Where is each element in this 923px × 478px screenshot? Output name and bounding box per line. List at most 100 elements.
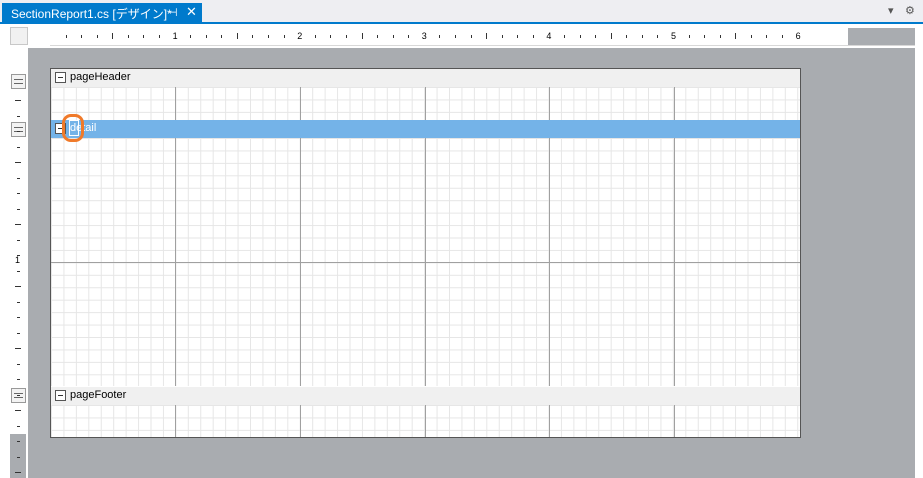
ruler-label: 1 — [172, 31, 178, 41]
section-resize-handle[interactable] — [11, 74, 26, 89]
section-header-pagefooter[interactable]: pageFooter — [51, 387, 800, 405]
ruler-tick — [314, 35, 316, 38]
ruler-tick — [610, 33, 612, 39]
ruler-tick — [782, 35, 784, 38]
ruler-tick — [501, 35, 503, 38]
ruler-corner — [10, 27, 28, 45]
ruler-tick — [750, 35, 752, 38]
collapse-icon[interactable] — [55, 72, 66, 83]
report-surface: pageHeader detail pageFooter — [50, 68, 801, 438]
ruler-tick — [16, 425, 20, 427]
ruler-tick — [15, 410, 21, 411]
grid-line — [674, 405, 675, 437]
grid-line — [300, 87, 301, 120]
ruler-tick — [688, 35, 690, 38]
grid-line — [549, 405, 550, 437]
ruler-tick — [657, 35, 659, 38]
ruler-tick — [283, 35, 285, 38]
tab-accent-line — [0, 22, 923, 24]
section-header-detail[interactable]: detail — [51, 120, 800, 138]
ruler-tick — [16, 131, 20, 132]
section-resize-handle[interactable] — [11, 388, 26, 403]
ruler-label: 5 — [671, 31, 677, 41]
ruler-tick — [16, 115, 20, 117]
pin-icon[interactable]: ⊣ — [168, 6, 178, 19]
ruler-tick — [16, 332, 20, 334]
ruler-tick — [16, 363, 20, 365]
ruler-tick — [159, 35, 161, 38]
ruler-tick — [719, 35, 721, 38]
ruler-out-of-range — [848, 28, 915, 45]
ruler-tick — [704, 35, 706, 38]
ruler-tick — [517, 35, 519, 38]
ruler-tick — [15, 348, 21, 349]
ruler-label: 6 — [795, 31, 801, 41]
collapse-icon[interactable] — [55, 390, 66, 401]
ruler-tick — [16, 270, 20, 272]
chevron-down-icon[interactable]: ▾ — [888, 4, 894, 17]
horizontal-ruler: 1 2 3 4 5 6 — [50, 28, 915, 46]
ruler-label: 1 — [15, 255, 21, 265]
ruler-tick — [15, 162, 21, 163]
ruler-tick — [81, 35, 83, 38]
document-tab-bar: SectionReport1.cs [デザイン]* ⊣ ✕ ▾ ⚙ — [0, 0, 923, 24]
ruler-tick — [127, 35, 129, 38]
grid-line — [549, 87, 550, 120]
ruler-tick — [595, 35, 597, 38]
ruler-tick — [377, 35, 379, 38]
ruler-tick — [16, 394, 20, 396]
ruler-tick — [205, 35, 207, 38]
grid-line — [175, 87, 176, 120]
ruler-tick — [641, 35, 643, 38]
ruler-tick — [408, 35, 410, 38]
ruler-tick — [361, 33, 363, 39]
ruler-label: 2 — [297, 31, 303, 41]
ruler-tick — [112, 33, 114, 39]
ruler-label: 3 — [421, 31, 427, 41]
section-resize-handle[interactable] — [11, 122, 26, 137]
ruler-tick — [16, 441, 20, 442]
ruler-tick — [16, 208, 20, 210]
ruler-tick — [330, 35, 332, 38]
ruler-tick — [563, 35, 565, 38]
ruler-tick — [345, 35, 347, 38]
ruler-tick — [735, 33, 737, 39]
ruler-tick — [439, 35, 441, 38]
ruler-tick — [236, 33, 238, 39]
section-label: pageHeader — [70, 71, 131, 83]
ruler-tick — [16, 301, 20, 303]
ruler-tick — [579, 35, 581, 38]
ruler-tick — [532, 35, 534, 38]
ruler-tick — [15, 286, 21, 287]
ruler-tick — [16, 379, 20, 380]
ruler-tick — [16, 317, 20, 318]
ruler-tick — [626, 35, 628, 38]
ruler-tick — [252, 35, 254, 38]
ruler-tick — [65, 35, 67, 38]
section-header-pageheader[interactable]: pageHeader — [51, 69, 800, 87]
ruler-tick — [268, 35, 270, 38]
document-tab[interactable]: SectionReport1.cs [デザイン]* ⊣ ✕ — [2, 3, 202, 22]
vertical-ruler: 1 — [10, 62, 26, 478]
ruler-tick — [766, 35, 768, 38]
grid-line — [425, 87, 426, 120]
ruler-tick — [143, 35, 145, 38]
ruler-tick — [221, 35, 223, 38]
ruler-tick — [16, 193, 20, 194]
gear-icon[interactable]: ⚙ — [905, 4, 915, 17]
ruler-tick — [15, 100, 21, 101]
section-label: pageFooter — [70, 389, 127, 401]
ruler-tick — [15, 224, 21, 225]
ruler-tick — [16, 239, 20, 241]
grid-line — [300, 405, 301, 437]
ruler-tick — [190, 35, 192, 38]
ruler-tick — [486, 33, 488, 39]
ruler-tick — [16, 177, 20, 179]
ruler-tick — [16, 146, 20, 148]
close-icon[interactable]: ✕ — [186, 4, 197, 20]
grid-line — [175, 405, 176, 437]
ruler-tick — [16, 456, 20, 458]
ruler-tick — [392, 35, 394, 38]
ruler-tick — [470, 35, 472, 38]
highlight-ring — [62, 114, 84, 142]
